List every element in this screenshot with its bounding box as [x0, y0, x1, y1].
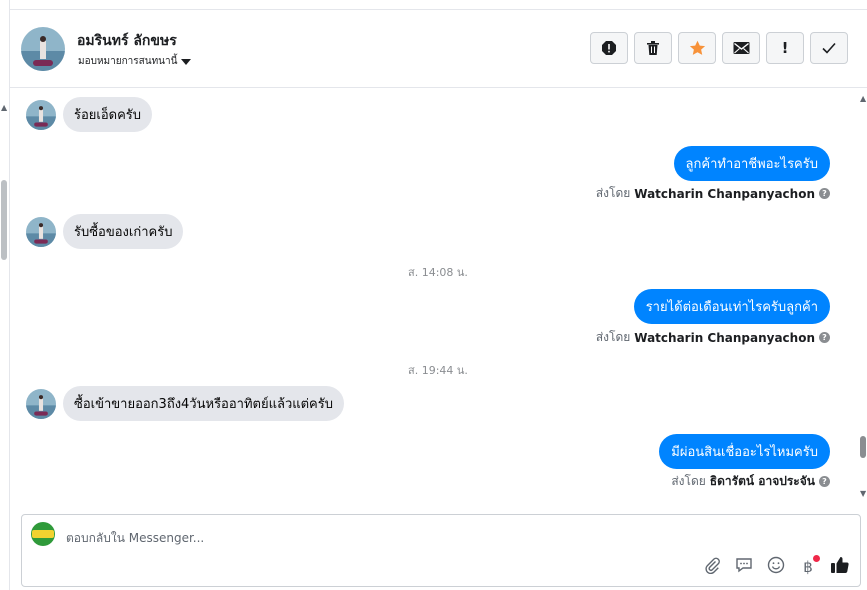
attach-file-button[interactable]	[702, 557, 722, 577]
thread-scrollbar[interactable]: ▲ ▼	[860, 94, 867, 500]
sent-by-line: ส่งโดย Watcharin Chanpanyachon ?	[596, 184, 830, 203]
page-avatar	[31, 522, 55, 546]
sender-avatar[interactable]	[26, 216, 56, 247]
incoming-message: ร้อยเอ็ดครับ	[26, 97, 153, 132]
left-panel-edge: ▲	[0, 0, 10, 590]
thumbs-up-icon	[830, 555, 850, 579]
notification-dot	[813, 555, 820, 562]
mark-unread-button[interactable]	[722, 32, 760, 64]
assign-conversation-dropdown[interactable]: มอบหมายการสนทนานี้	[78, 54, 192, 69]
sent-by-line: ส่งโดย Watcharin Chanpanyachon ?	[596, 328, 830, 347]
assign-label: มอบหมายการสนทนานี้	[78, 56, 178, 67]
paperclip-icon	[703, 556, 721, 578]
star-icon	[689, 40, 706, 56]
left-scroll-up-arrow[interactable]: ▲	[1, 103, 7, 112]
message-bubble[interactable]: ซื้อเข้าขายออก3ถึง4วันหรืออาทิตย์แล้วแต่…	[63, 386, 344, 421]
timestamp: ส. 14:08 น.	[408, 266, 468, 279]
exclamation-icon: !	[781, 39, 789, 57]
question-mark-icon[interactable]: ?	[819, 332, 830, 343]
incoming-message: รับซื้อของเก่าครับ	[26, 214, 184, 249]
mark-done-button[interactable]	[810, 32, 848, 64]
outgoing-message-bubble[interactable]: รายได้ต่อเดือนเท่าไรครับลูกค้า	[633, 289, 830, 324]
left-scrollbar-thumb[interactable]	[1, 180, 7, 260]
sent-by-prefix: ส่งโดย	[671, 474, 706, 488]
check-icon	[821, 41, 837, 55]
question-mark-icon[interactable]: ?	[819, 188, 830, 199]
follow-up-button[interactable]	[678, 32, 716, 64]
incoming-message: ซื้อเข้าขายออก3ถึง4วันหรืออาทิตย์แล้วแต่…	[26, 386, 344, 421]
report-spam-icon	[601, 40, 617, 56]
reply-input[interactable]: ตอบกลับใน Messenger...	[66, 529, 204, 548]
sender-name: Watcharin Chanpanyachon	[634, 186, 815, 201]
contact-avatar[interactable]	[21, 27, 65, 71]
timestamp: ส. 19:44 น.	[408, 364, 468, 377]
sender-avatar[interactable]	[26, 388, 56, 419]
mark-important-button[interactable]: !	[766, 32, 804, 64]
caret-down-icon	[181, 58, 192, 65]
smiley-icon	[767, 556, 785, 578]
reply-composer[interactable]: ตอบกลับใน Messenger... ฿	[21, 514, 861, 587]
outgoing-message-bubble[interactable]: ลูกค้าทำอาชีพอะไรครับ	[673, 146, 830, 181]
sender-avatar[interactable]	[26, 99, 56, 130]
envelope-icon	[733, 41, 750, 55]
like-button[interactable]	[830, 557, 850, 577]
scroll-up-arrow[interactable]: ▲	[860, 94, 866, 103]
message-bubble[interactable]: ร้อยเอ็ดครับ	[63, 97, 153, 132]
contact-name: อมรินทร์ ลักขษร	[77, 33, 177, 49]
message-thread: ร้อยเอ็ดครับ ลูกค้าทำอาชีพอะไรครับ ส่งโด…	[10, 89, 867, 503]
sent-by-prefix: ส่งโดย	[595, 186, 631, 200]
composer-tools: ฿	[702, 555, 850, 578]
sent-by-prefix: ส่งโดย	[595, 330, 631, 344]
header-actions: !	[590, 32, 848, 64]
messenger-thread-view: ▲ อมรินทร์ ลักขษร มอบหมายการสนทนานี้ ! ร…	[0, 0, 867, 590]
scroll-down-arrow[interactable]: ▼	[860, 489, 866, 498]
sender-name: ธิดารัตน์ อาจประจัน	[709, 474, 815, 488]
trash-icon	[645, 40, 661, 56]
sent-by-line: ส่งโดย ธิดารัตน์ อาจประจัน ?	[671, 472, 830, 491]
delete-button[interactable]	[634, 32, 672, 64]
question-mark-icon[interactable]: ?	[819, 476, 830, 487]
outgoing-message-bubble[interactable]: มีผ่อนสินเชื่ออะไรไหมครับ	[659, 434, 830, 469]
saved-replies-button[interactable]	[734, 557, 754, 577]
conversation-header: อมรินทร์ ลักขษร มอบหมายการสนทนานี้ !	[10, 10, 867, 88]
scrollbar-thumb[interactable]	[860, 436, 866, 458]
report-spam-button[interactable]	[590, 32, 628, 64]
payment-button[interactable]: ฿	[798, 555, 820, 577]
chat-bubble-icon	[735, 556, 753, 578]
emoji-button[interactable]	[766, 556, 786, 578]
sender-name: Watcharin Chanpanyachon	[634, 330, 815, 345]
baht-icon: ฿	[803, 558, 813, 576]
message-bubble[interactable]: รับซื้อของเก่าครับ	[63, 214, 184, 249]
